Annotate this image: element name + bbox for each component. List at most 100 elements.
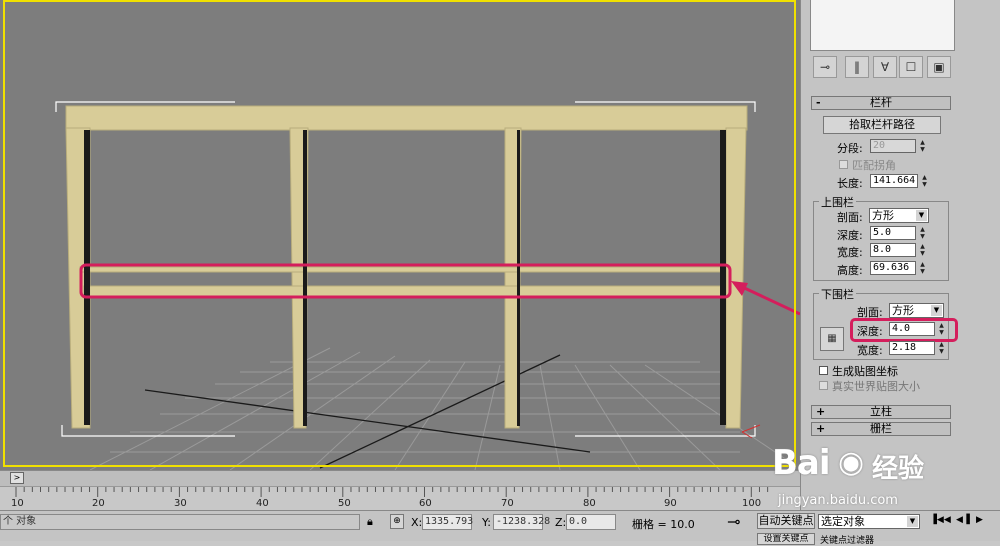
baidu-watermark: Bai ◉ 经验 xyxy=(772,443,972,493)
collapse-icon: - xyxy=(816,96,821,109)
top-rail-height-spinner[interactable]: 69.636 ▲ ▼ xyxy=(870,261,932,275)
absolute-mode-icon[interactable]: ⊕ xyxy=(390,514,404,529)
separator-icon[interactable]: ‖ xyxy=(845,56,869,78)
z-label: Z: xyxy=(555,516,567,529)
previous-frame-icon[interactable]: ◀▐ xyxy=(956,515,970,525)
match-corners-checkbox[interactable] xyxy=(839,160,848,169)
fork-icon[interactable]: ∀ xyxy=(873,56,897,78)
top-rail-profile-label: 剖面: xyxy=(837,211,863,224)
perspective-viewport[interactable] xyxy=(0,0,800,470)
lock-icon[interactable]: ☐ xyxy=(899,56,923,78)
top-rail-height-label: 高度: xyxy=(837,264,863,277)
lower-rail-width-label: 宽度: xyxy=(857,344,883,357)
watermark-url: jingyan.baidu.com xyxy=(778,493,898,508)
lower-rail-width-spinner[interactable]: 2.18 ▲ ▼ xyxy=(889,341,947,355)
pin-icon[interactable]: ⊸ xyxy=(813,56,837,78)
spinner-arrows-icon[interactable]: ▲ ▼ xyxy=(918,261,927,275)
railing-shadows xyxy=(84,130,726,426)
expand-icon: + xyxy=(816,405,826,418)
top-rail-width-label: 宽度: xyxy=(837,246,863,259)
top-rail-depth-spinner[interactable]: 5.0 ▲ ▼ xyxy=(870,226,932,240)
viewport-scene xyxy=(55,101,800,470)
top-rail-title: 上围栏 xyxy=(819,194,856,210)
paw-icon: ◉ xyxy=(838,445,865,480)
lower-rail-profile-value: 方形 xyxy=(892,304,914,317)
lower-rail-profile-select[interactable]: 方形 ▼ xyxy=(889,303,944,318)
tick-label: 10 xyxy=(11,498,24,509)
top-rail-depth-field[interactable]: 5.0 xyxy=(870,226,916,240)
time-slider[interactable]: > xyxy=(0,470,800,487)
selection-mode-select[interactable]: 选定对象 ▼ xyxy=(818,514,920,529)
chevron-down-icon: ▼ xyxy=(907,516,918,527)
segments-spinner[interactable]: 20 ▲ ▼ xyxy=(870,139,930,153)
top-rail-width-field[interactable]: 8.0 xyxy=(870,243,916,257)
rollout-railing-header[interactable]: - 栏杆 xyxy=(811,96,951,110)
length-field[interactable]: 141.664 xyxy=(870,174,918,188)
track-bar[interactable]: 10 20 30 40 50 60 70 80 90 100 xyxy=(0,486,800,511)
top-rail-width-spinner[interactable]: 8.0 ▲ ▼ xyxy=(870,243,932,257)
key-icon[interactable]: ⊸ xyxy=(727,512,740,531)
tick-label: 50 xyxy=(338,498,351,509)
x-label: X: xyxy=(411,516,423,529)
command-panel: ⊸ ‖ ∀ ☐ ▣ - 栏杆 拾取栏杆路径 分段: 20 ▲ ▼ 匹配拐角 长度:… xyxy=(800,0,1000,510)
object-preview-box xyxy=(810,0,955,51)
y-label: Y: xyxy=(482,516,491,529)
tick-label: 80 xyxy=(583,498,596,509)
railing-model xyxy=(65,105,748,429)
selection-mode-value: 选定对象 xyxy=(821,515,865,528)
spinner-arrows-icon[interactable]: ▲ ▼ xyxy=(937,341,946,355)
time-slider-handle[interactable]: > xyxy=(10,472,24,484)
spinner-arrows-icon[interactable]: ▲ ▼ xyxy=(920,174,929,188)
segments-label: 分段: xyxy=(837,142,863,155)
spinner-arrows-icon[interactable]: ▲ ▼ xyxy=(918,226,927,240)
top-rail-height-field[interactable]: 69.636 xyxy=(870,261,916,275)
chevron-down-icon: ▼ xyxy=(931,305,942,316)
gen-mapping-label: 生成贴图坐标 xyxy=(832,365,898,378)
tick-label: 40 xyxy=(256,498,269,509)
lower-rail-title: 下围栏 xyxy=(819,286,856,302)
set-key-button[interactable]: 设置关键点 xyxy=(757,533,815,545)
baidu-logo-cn: 经验 xyxy=(872,454,925,484)
rollout-title: 立柱 xyxy=(870,405,892,418)
expand-icon: + xyxy=(816,422,826,435)
top-rail-profile-select[interactable]: 方形 ▼ xyxy=(869,208,929,223)
tick-label: 70 xyxy=(501,498,514,509)
calculator-icon[interactable]: ▦ xyxy=(820,327,844,351)
length-label: 长度: xyxy=(837,177,863,190)
lock-selection-icon[interactable]: 🔒︎ xyxy=(367,515,373,529)
real-world-label: 真实世界贴图大小 xyxy=(832,380,920,393)
selection-count-field: 个 对象 xyxy=(0,514,360,530)
track-bar-ticks xyxy=(15,487,769,497)
y-coordinate-field[interactable]: -1238.328 xyxy=(493,514,550,530)
auto-key-button[interactable]: 自动关键点 xyxy=(757,513,815,529)
configure-icon[interactable]: ▣ xyxy=(927,56,951,78)
lower-rail-width-field[interactable]: 2.18 xyxy=(889,341,935,355)
real-world-checkbox[interactable] xyxy=(819,381,828,390)
rollout-posts-header[interactable]: + 立柱 xyxy=(811,405,951,419)
rollout-title: 栏杆 xyxy=(870,96,892,109)
rollout-fencing-header[interactable]: + 栅栏 xyxy=(811,422,951,436)
pick-railing-path-button[interactable]: 拾取栏杆路径 xyxy=(823,116,941,134)
depth-highlight-box xyxy=(850,318,958,342)
rollout-title: 栅栏 xyxy=(870,422,892,435)
match-corners-label: 匹配拐角 xyxy=(852,159,896,172)
grid-size-label: 栅格 = 10.0 xyxy=(632,518,695,531)
z-coordinate-field[interactable]: 0.0 xyxy=(566,514,616,530)
x-coordinate-field[interactable]: 1335.793 xyxy=(422,514,473,530)
ground-grid xyxy=(89,347,791,470)
length-spinner[interactable]: 141.664 ▲ ▼ xyxy=(870,174,932,188)
tick-label: 20 xyxy=(92,498,105,509)
spinner-arrows-icon[interactable]: ▲ ▼ xyxy=(918,243,927,257)
spinner-arrows-icon[interactable]: ▲ ▼ xyxy=(918,139,927,153)
segments-field[interactable]: 20 xyxy=(870,139,916,153)
chevron-down-icon: ▼ xyxy=(916,210,927,221)
tick-label: 90 xyxy=(664,498,677,509)
tick-label: 100 xyxy=(742,498,762,509)
status-bar: 个 对象 🔒︎ ⊕ X: 1335.793 Y: -1238.328 Z: 0.… xyxy=(0,510,1000,546)
play-icon[interactable]: ▶ xyxy=(976,515,983,525)
go-to-start-icon[interactable]: ▐◀◀ xyxy=(930,515,951,525)
tick-label: 30 xyxy=(174,498,187,509)
baidu-logo: Bai xyxy=(772,443,831,483)
top-rail-depth-label: 深度: xyxy=(837,229,863,242)
gen-mapping-checkbox[interactable] xyxy=(819,366,828,375)
